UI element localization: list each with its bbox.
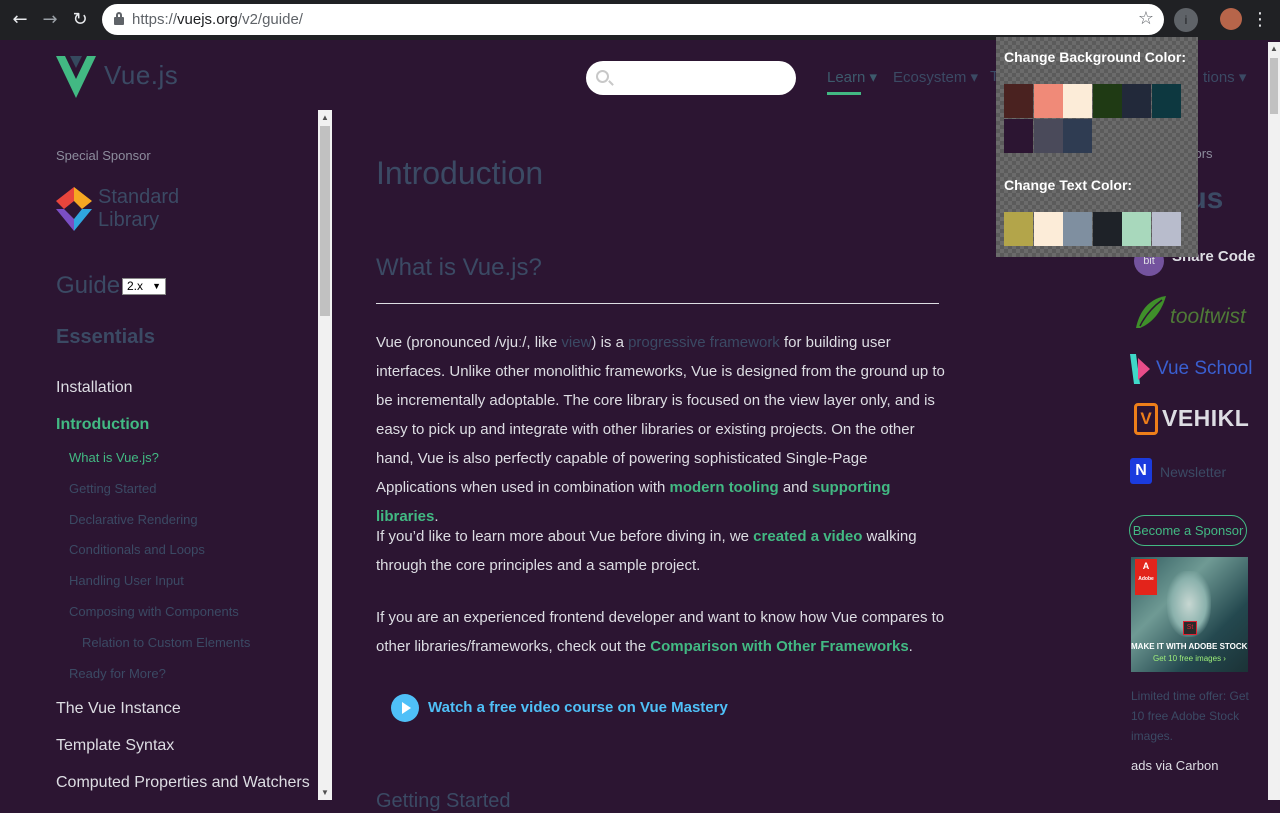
- adobe-logo-icon: A Adobe: [1135, 559, 1157, 595]
- menu-dots-icon[interactable]: ⋮: [1250, 8, 1270, 32]
- sidebar-item-declarative-rendering[interactable]: Declarative Rendering: [69, 512, 198, 527]
- adobe-stock-icon: St: [1183, 621, 1197, 635]
- page-scrollbar[interactable]: [1268, 42, 1280, 800]
- vue-school-logo-icon[interactable]: [1130, 354, 1150, 384]
- sidebar-item-computed-properties[interactable]: Computed Properties and Watchers: [56, 774, 310, 792]
- vue-mastery-link[interactable]: Watch a free video course on Vue Mastery: [428, 699, 728, 716]
- nav-active-underline: [827, 92, 861, 95]
- special-sponsor-label: Special Sponsor: [56, 148, 151, 163]
- sidebar-item-getting-started[interactable]: Getting Started: [69, 481, 156, 496]
- link-progressive-framework[interactable]: progressive framework: [628, 334, 780, 351]
- sidebar-item-handling-input[interactable]: Handling User Input: [69, 573, 184, 588]
- divider: [376, 303, 939, 304]
- sponsor-vehikl[interactable]: VEHIKL: [1162, 405, 1249, 432]
- bg-color-swatch[interactable]: [1122, 84, 1151, 118]
- sponsor-vue-school[interactable]: Vue School: [1156, 358, 1252, 380]
- sidebar-scroll-thumb[interactable]: [320, 126, 330, 316]
- video-paragraph: If you’d like to learn more about Vue be…: [376, 528, 917, 574]
- sidebar-item-composing-components[interactable]: Composing with Components: [69, 604, 239, 619]
- ads-via-carbon[interactable]: ads via Carbon: [1131, 758, 1218, 773]
- back-arrow-icon[interactable]: ←: [8, 8, 32, 32]
- essentials-heading: Essentials: [56, 326, 155, 348]
- text-color-title: Change Text Color:: [1004, 177, 1133, 193]
- bg-color-swatch[interactable]: [1063, 84, 1092, 118]
- link-created-a-video[interactable]: created a video: [753, 528, 862, 545]
- comparison-paragraph: If you are an experienced frontend devel…: [376, 609, 945, 655]
- bg-color-swatch[interactable]: [1151, 84, 1181, 118]
- sidebar-item-installation[interactable]: Installation: [56, 379, 133, 397]
- play-icon[interactable]: [391, 694, 419, 722]
- bg-color-swatch[interactable]: [1004, 119, 1033, 153]
- color-picker-popup: Change Background Color: Change Text Col…: [996, 37, 1198, 257]
- standard-library-logo-icon[interactable]: [56, 187, 92, 231]
- text-color-swatch[interactable]: [1004, 212, 1033, 246]
- search-icon: [596, 70, 609, 83]
- getting-started-heading: Getting Started: [376, 790, 511, 812]
- standard-library-text[interactable]: Standard Library: [98, 186, 179, 232]
- sidebar-item-conditionals-loops[interactable]: Conditionals and Loops: [69, 542, 205, 557]
- ad-cta: Get 10 free images ›: [1153, 654, 1226, 663]
- reload-icon[interactable]: ↻: [68, 8, 92, 32]
- extension-icon[interactable]: i: [1174, 8, 1198, 32]
- profile-avatar[interactable]: [1220, 8, 1242, 30]
- link-modern-tooling[interactable]: modern tooling: [670, 479, 779, 496]
- forward-arrow-icon[interactable]: →: [38, 8, 62, 32]
- tooltwist-leaf-icon[interactable]: [1134, 294, 1168, 330]
- section-heading-what-is-vue: What is Vue.js?: [376, 254, 542, 281]
- nav-learn[interactable]: Learn ▾: [827, 68, 877, 86]
- search-input[interactable]: [586, 61, 796, 95]
- bg-color-swatch[interactable]: [1063, 119, 1092, 153]
- sponsor-n-text[interactable]: Newsletter: [1160, 464, 1226, 480]
- page-title: Introduction: [376, 155, 544, 191]
- text-color-swatch[interactable]: [1092, 212, 1122, 246]
- nav-ecosystem[interactable]: Ecosystem ▾: [893, 68, 978, 86]
- ad-description[interactable]: Limited time offer: Get 10 free Adobe St…: [1131, 686, 1251, 746]
- sidebar-item-ready-for-more[interactable]: Ready for More?: [69, 666, 166, 681]
- ad-headline: MAKE IT WITH ADOBE STOCK.: [1131, 642, 1248, 651]
- url-text[interactable]: https://vuejs.org/v2/guide/: [132, 11, 303, 28]
- bg-color-swatch[interactable]: [1092, 84, 1122, 118]
- text-color-swatch[interactable]: [1063, 212, 1092, 246]
- sidebar-item-custom-elements[interactable]: Relation to Custom Elements: [82, 635, 250, 650]
- adobe-stock-ad[interactable]: A Adobe St MAKE IT WITH ADOBE STOCK. Get …: [1131, 557, 1248, 672]
- intro-paragraph: Vue (pronounced /vjuː/, like view) is a …: [376, 334, 945, 525]
- nav-translations[interactable]: tions ▾: [1203, 68, 1246, 86]
- vue-logo-icon[interactable]: [56, 56, 96, 98]
- sidebar-item-introduction[interactable]: Introduction: [56, 416, 149, 434]
- n-logo-icon[interactable]: N: [1130, 458, 1152, 484]
- version-select[interactable]: 2.x ▼: [122, 278, 166, 295]
- lock-icon: [114, 12, 124, 25]
- bookmark-star-icon[interactable]: ☆: [1138, 8, 1154, 29]
- text-color-swatch[interactable]: [1122, 212, 1151, 246]
- sidebar-item-template-syntax[interactable]: Template Syntax: [56, 737, 174, 755]
- link-comparison[interactable]: Comparison with Other Frameworks: [650, 638, 908, 655]
- text-color-swatch[interactable]: [1151, 212, 1181, 246]
- bg-color-swatch[interactable]: [1004, 84, 1033, 118]
- text-color-swatch[interactable]: [1033, 212, 1063, 246]
- vehikl-logo-icon[interactable]: V: [1134, 403, 1158, 435]
- sponsor-tooltwist[interactable]: tooltwist: [1170, 305, 1246, 329]
- guide-title: Guide: [56, 272, 121, 299]
- browser-toolbar: ← → ↻ https://vuejs.org/v2/guide/ ☆ i ⋮: [0, 0, 1280, 40]
- become-sponsor-button[interactable]: Become a Sponsor: [1129, 515, 1247, 546]
- link-view[interactable]: view: [561, 334, 591, 351]
- scroll-down-arrow-icon[interactable]: ▼: [320, 788, 330, 798]
- page-scroll-up-arrow-icon[interactable]: ▲: [1268, 44, 1280, 54]
- sidebar-item-what-is-vue[interactable]: What is Vue.js?: [69, 450, 159, 465]
- page-scroll-thumb[interactable]: [1270, 58, 1278, 114]
- bg-color-title: Change Background Color:: [1004, 49, 1187, 65]
- sidebar-item-vue-instance[interactable]: The Vue Instance: [56, 700, 181, 718]
- bg-color-swatch[interactable]: [1033, 119, 1063, 153]
- bg-color-swatch[interactable]: [1033, 84, 1063, 118]
- address-bar[interactable]: https://vuejs.org/v2/guide/ ☆: [102, 4, 1164, 35]
- scroll-up-arrow-icon[interactable]: ▲: [320, 113, 330, 123]
- logo-text[interactable]: Vue.js: [104, 60, 178, 91]
